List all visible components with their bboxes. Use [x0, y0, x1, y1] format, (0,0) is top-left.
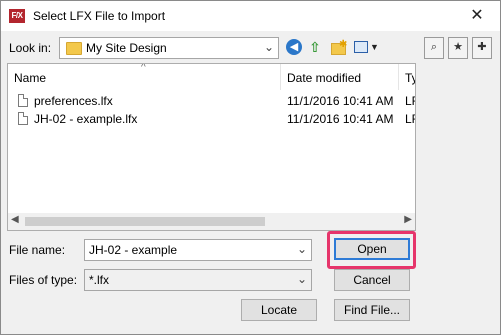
file-name-input[interactable]: JH-02 - example ⌄ [84, 239, 312, 261]
open-button[interactable]: Open [334, 238, 410, 260]
sparkle-icon: ✱ [339, 39, 348, 50]
file-row[interactable]: JH-02 - example.lfx 11/1/2016 10:41 AM L… [8, 111, 415, 129]
sort-ascending-icon: ^ [141, 63, 146, 73]
column-header-date-modified[interactable]: Date modified [287, 67, 361, 89]
locate-button[interactable]: Locate [241, 299, 317, 321]
file-type-value: *.lfx [89, 273, 110, 287]
look-in-label: Look in: [9, 41, 52, 55]
file-list[interactable]: ^ Name Date modified Ty preferences.lfx … [7, 63, 416, 231]
column-divider[interactable] [398, 64, 399, 90]
scroll-left-icon[interactable]: ◀ [11, 214, 19, 225]
file-date: 11/1/2016 10:41 AM [287, 112, 394, 126]
chevron-down-icon: ⌄ [263, 40, 274, 54]
back-button[interactable]: ◀ [285, 38, 303, 56]
app-logo-icon: F/X [9, 9, 25, 23]
file-name: JH-02 - example.lfx [34, 112, 138, 126]
column-header-name[interactable]: Name [14, 67, 46, 89]
title-bar: F/X Select LFX File to Import ✕ [1, 1, 500, 31]
file-name-value: JH-02 - example [89, 243, 178, 257]
file-type: LF [405, 112, 415, 126]
chevron-down-icon[interactable]: ⌄ [297, 242, 307, 256]
add-favorite-button[interactable]: ✚ [472, 37, 492, 59]
up-arrow-icon: ⇧ [309, 39, 321, 55]
file-type-label: Files of type: [9, 273, 78, 287]
column-header-type[interactable]: Ty [405, 67, 415, 89]
dialog-title: Select LFX File to Import [33, 9, 166, 23]
horizontal-scrollbar[interactable]: ◀ ▶ [8, 213, 415, 230]
dialog-window: F/X Select LFX File to Import ✕ Look in:… [0, 0, 501, 335]
chevron-down-icon: ⌄ [296, 272, 307, 286]
file-type: LF [405, 94, 415, 108]
column-divider[interactable] [280, 64, 281, 90]
file-date: 11/1/2016 10:41 AM [287, 94, 394, 108]
file-row[interactable]: preferences.lfx 11/1/2016 10:41 AM LF [8, 93, 415, 111]
look-in-value: My Site Design [86, 41, 167, 55]
folder-icon [66, 42, 82, 55]
scroll-right-icon[interactable]: ▶ [404, 214, 412, 225]
cancel-button[interactable]: Cancel [334, 269, 410, 291]
search-folder-button[interactable]: ⌕ [424, 37, 444, 59]
scrollbar-thumb[interactable] [25, 217, 265, 226]
view-grid-icon [354, 41, 368, 53]
up-folder-button[interactable]: ⇧ [306, 38, 324, 56]
favorite-folder-button[interactable]: ★ [448, 37, 468, 59]
document-icon [18, 94, 28, 107]
file-name: preferences.lfx [34, 94, 113, 108]
magnifier-icon: ⌕ [430, 41, 438, 53]
back-arrow-icon: ◀ [286, 39, 302, 55]
look-in-dropdown[interactable]: My Site Design ⌄ [59, 37, 279, 59]
new-folder-button[interactable]: ✱ [329, 38, 347, 56]
add-star-folder-icon: ✚ [477, 41, 487, 53]
dropdown-arrow-icon: ▼ [370, 42, 379, 52]
file-type-dropdown[interactable]: *.lfx ⌄ [84, 269, 312, 291]
star-folder-icon: ★ [453, 41, 463, 53]
close-button[interactable]: ✕ [454, 1, 500, 31]
view-menu-button[interactable]: ▼ [353, 38, 379, 56]
find-file-button[interactable]: Find File... [334, 299, 410, 321]
document-icon [18, 112, 28, 125]
file-name-label: File name: [9, 243, 66, 257]
